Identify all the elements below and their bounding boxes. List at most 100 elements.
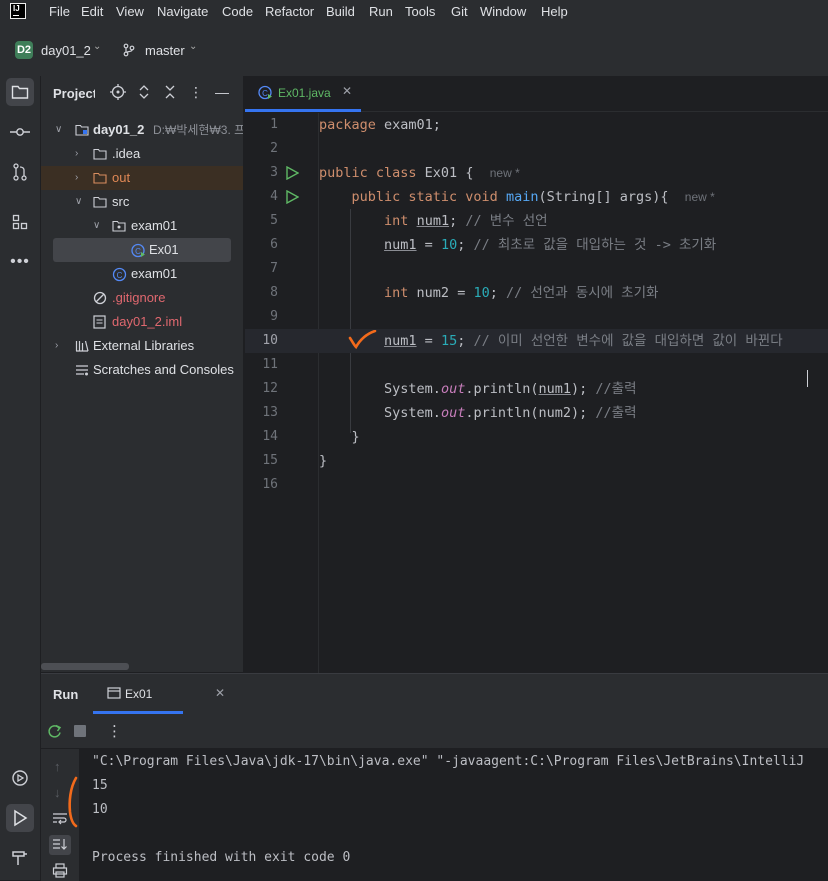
options-icon[interactable]: ⋮ [188, 84, 204, 100]
tree-item-day01_2[interactable]: ∨ day01_2 D:₩박세현₩3. 프 [41, 118, 243, 142]
services-tool-button[interactable] [6, 764, 34, 792]
menu-git[interactable]: Git [451, 4, 468, 19]
tree-item-exam01-class[interactable]: C exam01 [41, 262, 243, 286]
menu-edit[interactable]: Edit [81, 4, 103, 19]
chevron-right-icon[interactable]: › [75, 142, 87, 166]
collapse-all-icon[interactable] [162, 84, 178, 100]
tree-item-label: src [112, 194, 130, 209]
tree-item-ex01[interactable]: C Ex01 [53, 238, 231, 262]
close-icon[interactable]: ✕ [215, 686, 225, 700]
branch-selector[interactable]: master [145, 43, 185, 58]
line-number: 13 [262, 405, 278, 420]
menu-navigate[interactable]: Navigate [157, 4, 208, 19]
tree-item-label: exam01 [131, 266, 178, 281]
menu-refactor[interactable]: Refactor [265, 4, 314, 19]
code-text: package exam01; [319, 117, 441, 133]
editor-tab-bar: C Ex01.java ✕ [245, 76, 828, 112]
horizontal-scrollbar[interactable] [41, 663, 129, 670]
tree-item-label: exam01 [131, 218, 178, 233]
tree-item-scratches[interactable]: Scratches and Consoles [41, 358, 243, 382]
annotation-checkmark [348, 330, 377, 350]
tree-item-external-libraries[interactable]: › External Libraries [41, 334, 243, 358]
arrow-down-icon[interactable]: ↓ [54, 785, 61, 800]
line-number: 4 [270, 189, 278, 204]
tree-item-gitignore[interactable]: .gitignore [41, 286, 243, 310]
stop-icon[interactable] [74, 725, 86, 737]
inlay-hint: new * [489, 166, 520, 180]
run-tab-ex01[interactable]: Ex01 ✕ [93, 674, 225, 714]
intellij-logo[interactable]: IJ [10, 3, 26, 19]
menu-tools[interactable]: Tools [405, 4, 435, 19]
chevron-down-icon[interactable]: ∨ [93, 214, 105, 238]
console-output[interactable]: "C:\Program Files\Java\jdk-17\bin\java.e… [92, 749, 828, 881]
chevron-down-icon[interactable]: ⌄ [93, 41, 101, 52]
tree-item-exam01-package[interactable]: ∨ exam01 [41, 214, 243, 238]
tree-item-iml[interactable]: day01_2.iml [41, 310, 243, 334]
code-line: 7 [245, 257, 828, 281]
ignore-file-icon [93, 291, 107, 305]
structure-tool-button[interactable] [6, 208, 34, 236]
svg-text:C: C [135, 247, 141, 256]
arrow-up-icon[interactable]: ↑ [54, 759, 61, 774]
code-line: 2 [245, 137, 828, 161]
code-line: 15 } [245, 449, 828, 473]
chevron-down-icon[interactable]: ⌄ [189, 41, 197, 52]
project-selector[interactable]: day01_2 [41, 43, 91, 58]
chevron-down-icon[interactable]: ∨ [75, 190, 87, 214]
code-line: 5 int num1; // 변수 선언 [245, 209, 828, 233]
tab-label: Ex01.java [278, 86, 331, 100]
tree-item-idea[interactable]: › .idea [41, 142, 243, 166]
run-icon [14, 809, 28, 827]
iml-file-icon [93, 315, 106, 329]
menu-file[interactable]: File [49, 4, 70, 19]
chevron-right-icon[interactable]: › [75, 166, 87, 190]
chevron-down-icon[interactable]: ∨ [55, 118, 67, 142]
git-branch-icon [123, 43, 135, 57]
run-gutter-icon[interactable] [285, 190, 299, 204]
code-area[interactable]: 1 package exam01; 2 3 public class Ex01 … [245, 113, 828, 673]
console-line: "C:\Program Files\Java\jdk-17\bin\java.e… [92, 754, 805, 769]
run-tab-label: Ex01 [125, 687, 153, 701]
menu-view[interactable]: View [116, 4, 144, 19]
build-tool-button[interactable] [6, 844, 34, 872]
build-icon [12, 851, 27, 865]
project-tool-button[interactable] [6, 78, 34, 106]
chevron-right-icon[interactable]: › [55, 334, 67, 358]
tree-item-src[interactable]: ∨ src [41, 190, 243, 214]
code-line: 11 [245, 353, 828, 377]
line-number: 7 [270, 261, 278, 276]
menu-help[interactable]: Help [541, 4, 568, 19]
print-icon[interactable] [52, 863, 68, 878]
tree-item-out[interactable]: › out [41, 166, 243, 190]
run-tool-button[interactable] [6, 804, 34, 832]
line-number: 8 [270, 285, 278, 300]
folder-icon [93, 148, 107, 160]
pull-requests-tool-button[interactable] [6, 158, 34, 186]
scratches-icon [76, 365, 88, 376]
line-number: 1 [270, 117, 278, 132]
minimize-icon[interactable]: — [214, 84, 230, 100]
commit-tool-button[interactable] [6, 118, 34, 146]
project-panel-title[interactable]: Project [53, 86, 95, 101]
module-path: D:₩박세현₩3. 프 [153, 123, 243, 137]
menu-run[interactable]: Run [369, 4, 393, 19]
code-text: int num2 = 10; // 선언과 동시에 초기화 [384, 285, 659, 301]
menu-window[interactable]: Window [480, 4, 526, 19]
expand-all-icon[interactable] [136, 84, 152, 100]
rerun-icon[interactable] [47, 724, 62, 739]
library-icon [75, 340, 89, 352]
tree-item-label: .idea [112, 146, 141, 161]
run-panel-title[interactable]: Run [53, 687, 78, 702]
close-icon[interactable]: ✕ [342, 84, 352, 98]
scroll-to-end-button[interactable] [49, 835, 71, 855]
project-badge[interactable]: D2 [15, 41, 33, 59]
locate-icon[interactable] [110, 84, 126, 100]
more-options-icon[interactable]: ⋮ [107, 722, 122, 740]
menu-code[interactable]: Code [222, 4, 253, 19]
run-gutter-icon[interactable] [285, 166, 299, 180]
project-tool-window: Project ⋮ — ∨ day01_2 D:₩박세현₩3. 프 › .ide… [41, 76, 243, 672]
menu-build[interactable]: Build [326, 4, 355, 19]
tab-ex01-java[interactable]: C Ex01.java ✕ [245, 76, 361, 112]
run-actions-bar: ⋮ [41, 714, 828, 749]
more-tool-windows-button[interactable]: ••• [6, 248, 34, 276]
